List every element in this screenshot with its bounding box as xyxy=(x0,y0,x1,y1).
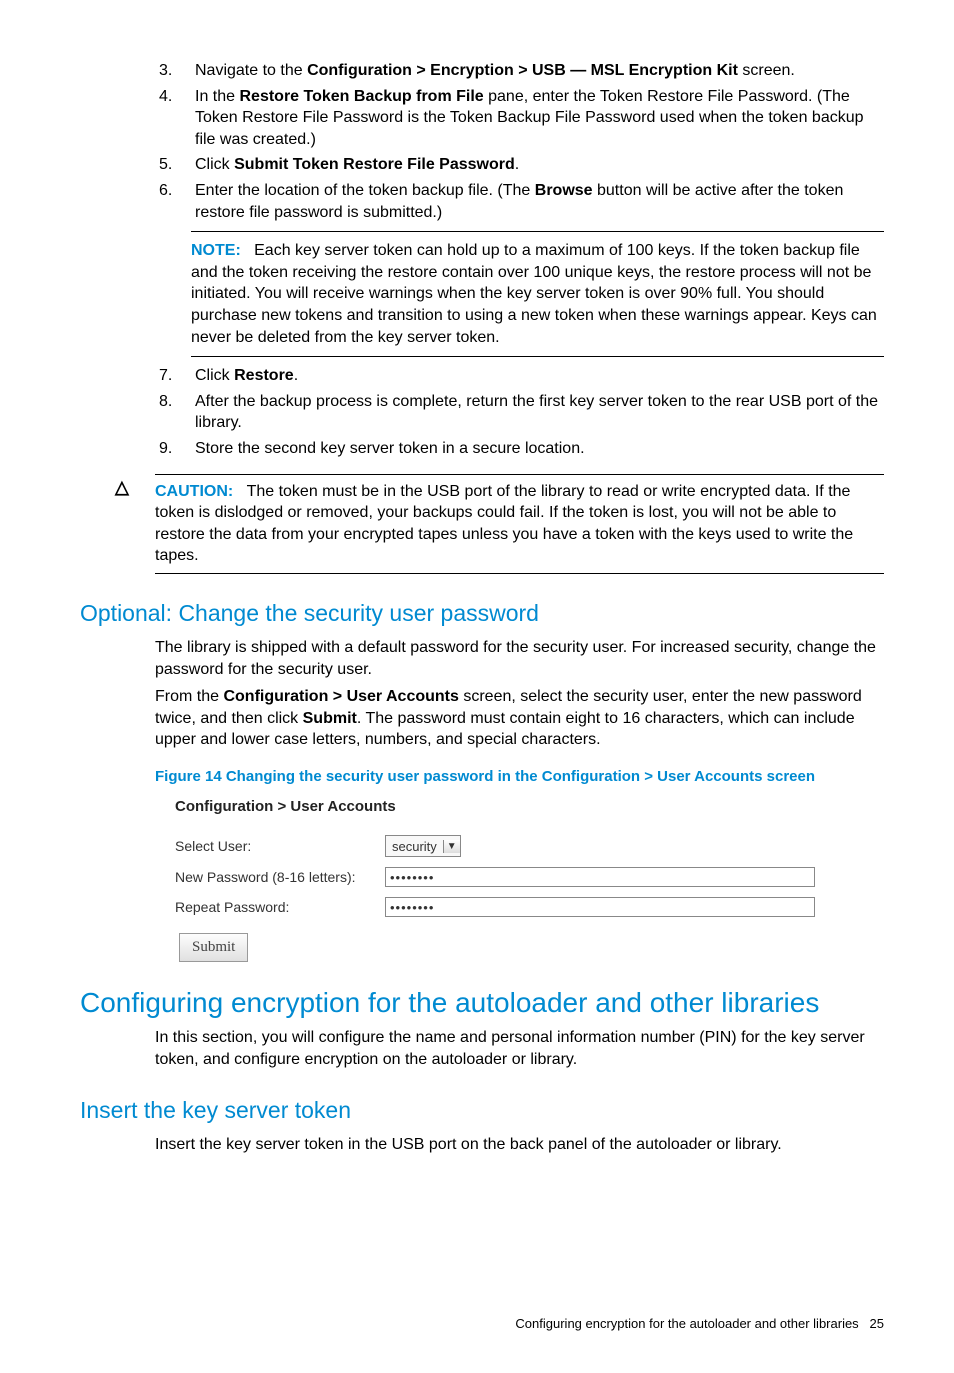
shot-row-repeat-password: Repeat Password: •••••••• xyxy=(175,897,884,917)
step-text: Store the second key server token in a s… xyxy=(195,438,884,460)
step-3: 3. Navigate to the Configuration > Encry… xyxy=(155,60,884,82)
insert-block: Insert the key server token in the USB p… xyxy=(155,1134,884,1156)
note-text: Each key server token can hold up to a m… xyxy=(191,242,877,345)
caution-body: CAUTION: The token must be in the USB po… xyxy=(155,474,884,574)
steps-top-block: 3. Navigate to the Configuration > Encry… xyxy=(155,60,884,460)
optional-p1: The library is shipped with a default pa… xyxy=(155,637,884,680)
step-5: 5. Click Submit Token Restore File Passw… xyxy=(155,154,884,176)
note-label: NOTE: xyxy=(191,242,241,259)
shot-label-select-user: Select User: xyxy=(175,837,385,856)
configuring-p1: In this section, you will configure the … xyxy=(155,1027,884,1070)
steps-top: 3. Navigate to the Configuration > Encry… xyxy=(155,60,884,223)
figure-caption: Figure 14 Changing the security user pas… xyxy=(155,767,884,787)
note-box: NOTE: Each key server token can hold up … xyxy=(191,231,884,357)
shot-label-repeat-password: Repeat Password: xyxy=(175,898,385,917)
insert-p1: Insert the key server token in the USB p… xyxy=(155,1134,884,1156)
optional-p2: From the Configuration > User Accounts s… xyxy=(155,686,884,751)
chevron-down-icon: ▼ xyxy=(443,840,460,854)
caution-icon: △ xyxy=(60,474,155,574)
caution-label: CAUTION: xyxy=(155,483,233,500)
caution-block: △ CAUTION: The token must be in the USB … xyxy=(60,474,894,574)
footer-page: 25 xyxy=(870,1316,884,1331)
step-text: In the Restore Token Backup from File pa… xyxy=(195,86,884,151)
new-password-field[interactable]: •••••••• xyxy=(385,867,815,887)
step-num: 6. xyxy=(155,180,195,223)
step-num: 8. xyxy=(155,391,195,434)
step-num: 9. xyxy=(155,438,195,460)
screenshot-user-accounts: Configuration > User Accounts Select Use… xyxy=(155,797,884,962)
shot-label-new-password: New Password (8-16 letters): xyxy=(175,868,385,887)
page-footer: Configuring encryption for the autoloade… xyxy=(60,1315,894,1333)
heading-insert: Insert the key server token xyxy=(60,1095,894,1126)
step-7: 7. Click Restore. xyxy=(155,365,884,387)
step-text: Click Submit Token Restore File Password… xyxy=(195,154,884,176)
step-6: 6. Enter the location of the token backu… xyxy=(155,180,884,223)
shot-row-new-password: New Password (8-16 letters): •••••••• xyxy=(175,867,884,887)
step-num: 3. xyxy=(155,60,195,82)
step-8: 8. After the backup process is complete,… xyxy=(155,391,884,434)
step-4: 4. In the Restore Token Backup from File… xyxy=(155,86,884,151)
heading-configuring: Configuring encryption for the autoloade… xyxy=(60,984,894,1022)
select-user-value: security xyxy=(386,838,443,856)
repeat-password-field[interactable]: •••••••• xyxy=(385,897,815,917)
step-9: 9. Store the second key server token in … xyxy=(155,438,884,460)
footer-text: Configuring encryption for the autoloade… xyxy=(515,1316,858,1331)
step-text: After the backup process is complete, re… xyxy=(195,391,884,434)
shot-row-select-user: Select User: security ▼ xyxy=(175,835,884,857)
select-user-dropdown[interactable]: security ▼ xyxy=(385,835,461,857)
step-num: 7. xyxy=(155,365,195,387)
caution-text: The token must be in the USB port of the… xyxy=(155,483,853,565)
step-num: 4. xyxy=(155,86,195,151)
shot-breadcrumb: Configuration > User Accounts xyxy=(175,797,884,817)
steps-bottom: 7. Click Restore. 8. After the backup pr… xyxy=(155,365,884,459)
step-text: Enter the location of the token backup f… xyxy=(195,180,884,223)
configuring-block: In this section, you will configure the … xyxy=(155,1027,884,1070)
step-num: 5. xyxy=(155,154,195,176)
heading-optional: Optional: Change the security user passw… xyxy=(60,598,894,629)
submit-button[interactable]: Submit xyxy=(179,933,248,961)
step-text: Navigate to the Configuration > Encrypti… xyxy=(195,60,884,82)
step-text: Click Restore. xyxy=(195,365,884,387)
optional-block: The library is shipped with a default pa… xyxy=(155,637,884,962)
